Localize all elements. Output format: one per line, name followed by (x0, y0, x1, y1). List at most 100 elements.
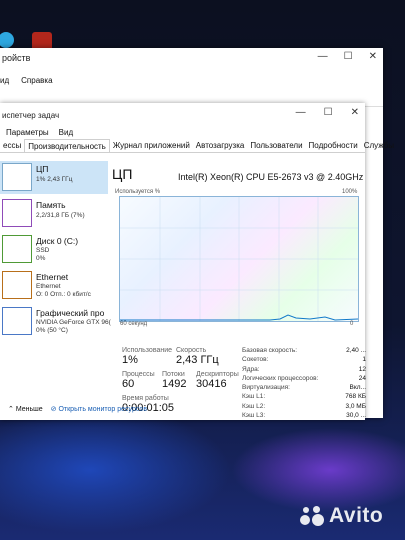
tab-performance[interactable]: Производительность (24, 139, 110, 152)
cpu-specs: Базовая скорость: 2,40 ... Сокетов: 1 Ядра… (242, 347, 366, 421)
graph-bottom-right: 0 (350, 321, 354, 327)
sidebar-item-detail: 0% (36, 255, 46, 262)
sidebar-item-label: Диск 0 (C:) (36, 236, 79, 246)
sidebar-item-label: ЦП (36, 164, 49, 174)
stat-value: 30416 (196, 378, 227, 390)
window-controls: — ☐ ✕ (296, 107, 359, 118)
spec-row: Кэш L2: 3,0 МБ (242, 403, 366, 412)
spec-row: Логических процессоров: 24 (242, 375, 366, 384)
minimize-icon[interactable]: — (296, 107, 306, 118)
stat-value: 60 (122, 378, 135, 390)
maximize-icon[interactable]: ☐ (344, 51, 353, 62)
close-icon[interactable]: ✕ (351, 107, 359, 118)
spec-row: Базовая скорость: 2,40 ... (242, 347, 366, 356)
spec-value: 3,0 МБ (345, 402, 366, 410)
tab-services[interactable]: Службы (361, 139, 397, 152)
maximize-icon[interactable]: ☐ (324, 107, 333, 118)
stat-label: Скорость (176, 347, 207, 354)
cpu-model: Intel(R) Xeon(R) CPU E5-2673 v3 @ 2.40GH… (178, 172, 364, 182)
sidebar-item-detail: О: 0 Отп.: 0 кбит/с (36, 291, 91, 298)
cpu-thumbnail (2, 163, 32, 191)
sidebar-item-detail: 2,2/31,8 ГБ (7%) (36, 212, 85, 219)
spec-value: 24 (358, 374, 366, 382)
stat-value: 2,43 ГГц (176, 354, 219, 366)
back-window-menu: ид Справка (0, 76, 53, 85)
ethernet-thumbnail (2, 271, 32, 299)
stat-label: Дескрипторы (196, 371, 239, 378)
task-manager-title: испетчер задач (2, 111, 60, 120)
stat-label: Процессы (122, 371, 155, 378)
task-manager-window: испетчер задач — ☐ ✕ Параметры Вид ессы … (0, 103, 394, 421)
tab-processes[interactable]: ессы (0, 139, 24, 152)
sidebar-item-disk[interactable]: Диск 0 (C:) SSD 0% (0, 233, 108, 266)
spec-row: Сокетов: 1 (242, 356, 366, 365)
sidebar-item-detail: Ethernet (36, 283, 61, 290)
tab-details[interactable]: Подробности (306, 139, 361, 152)
graph-label-left: Используется % (115, 189, 161, 195)
sidebar-item-label: Ethernet (36, 272, 69, 282)
spec-label: Ядра: (242, 365, 260, 373)
spec-value: 12 (358, 365, 366, 373)
sidebar-item-memory[interactable]: Память 2,2/31,8 ГБ (7%) (0, 197, 108, 230)
minimize-icon[interactable]: — (318, 51, 328, 62)
graph-label-right: 100% (342, 189, 358, 195)
stat-processes: Процессы 60 (122, 371, 155, 390)
tab-app-history[interactable]: Журнал приложений (110, 139, 193, 152)
fewer-details-label: Меньше (15, 406, 43, 413)
footer: ⌃ Меньше ⊘ Открыть монитор ресурсов (8, 405, 147, 413)
spec-row: Кэш L3: 30,0 ... (242, 412, 366, 421)
sidebar-item-label: Память (36, 200, 66, 210)
spec-label: Виртуализация: (242, 384, 290, 392)
sidebar-item-detail: 1% 2,43 ГГц (36, 176, 73, 183)
resource-monitor-label: Открыть монитор ресурсов (58, 406, 148, 413)
spec-row: Ядра: 12 (242, 366, 366, 375)
spec-value: 2,40 ... (346, 347, 366, 354)
tab-bar: ессы Производительность Журнал приложени… (0, 139, 394, 153)
menu-view[interactable]: Вид (59, 128, 73, 137)
menu-parameters[interactable]: Параметры (6, 128, 49, 137)
spec-value: 1 (362, 356, 366, 364)
fewer-details-button[interactable]: ⌃ Меньше (8, 405, 43, 413)
sidebar-item-ethernet[interactable]: Ethernet Ethernet О: 0 Отп.: 0 кбит/с (0, 269, 108, 302)
spec-row: Виртуализация: Вкл... (242, 384, 366, 393)
open-resource-monitor-link[interactable]: ⊘ Открыть монитор ресурсов (51, 405, 147, 413)
menu-view[interactable]: ид (0, 76, 9, 85)
disk-thumbnail (2, 235, 32, 263)
tab-startup[interactable]: Автозагрузка (193, 139, 248, 152)
memory-thumbnail (2, 199, 32, 227)
spec-value: Вкл... (349, 384, 366, 392)
sidebar-item-detail: 0% (50 °C) (36, 327, 68, 334)
stat-handles: Дескрипторы 30416 (196, 371, 239, 390)
avito-watermark: Avito (300, 504, 383, 528)
cpu-heading: ЦП (112, 166, 133, 182)
spec-label: Логических процессоров: (242, 374, 319, 382)
menu-bar: Параметры Вид (6, 128, 73, 137)
cpu-graph-svg (120, 197, 359, 321)
stat-label: Использование (122, 347, 173, 354)
telegram-icon[interactable] (0, 32, 14, 48)
spec-value: 30,0 ... (346, 412, 366, 420)
stat-threads: Потоки 1492 (162, 371, 186, 390)
sidebar-item-label: Графический про (36, 308, 105, 318)
back-window-title: ройств (2, 53, 31, 63)
resource-sidebar: ЦП 1% 2,43 ГГц Память 2,2/31,8 ГБ (7%) Д… (0, 161, 111, 341)
graph-bottom-left: 60 секунд (120, 321, 148, 327)
sidebar-item-cpu[interactable]: ЦП 1% 2,43 ГГц (0, 161, 108, 194)
sidebar-item-detail: NVIDIA GeForce GTX 96( (36, 319, 111, 326)
back-window-controls: — ☐ ✕ (318, 51, 377, 62)
stat-label: Время работы (122, 395, 169, 402)
cpu-usage-graph (119, 196, 359, 322)
spec-value: 768 КБ (345, 393, 366, 401)
close-icon[interactable]: ✕ (369, 51, 377, 62)
spec-label: Кэш L1: (242, 393, 266, 401)
spec-row: Кэш L1: 768 КБ (242, 393, 366, 402)
sidebar-item-gpu[interactable]: Графический про NVIDIA GeForce GTX 96( 0… (0, 305, 111, 338)
tab-users[interactable]: Пользователи (247, 139, 305, 152)
resource-monitor-icon: ⊘ (50, 406, 57, 413)
stat-value: 1492 (162, 378, 187, 390)
spec-label: Сокетов: (242, 356, 269, 364)
menu-help[interactable]: Справка (21, 76, 52, 85)
sidebar-item-detail: SSD (36, 247, 50, 254)
gpu-thumbnail (2, 307, 32, 335)
spec-label: Базовая скорость: (242, 347, 298, 354)
